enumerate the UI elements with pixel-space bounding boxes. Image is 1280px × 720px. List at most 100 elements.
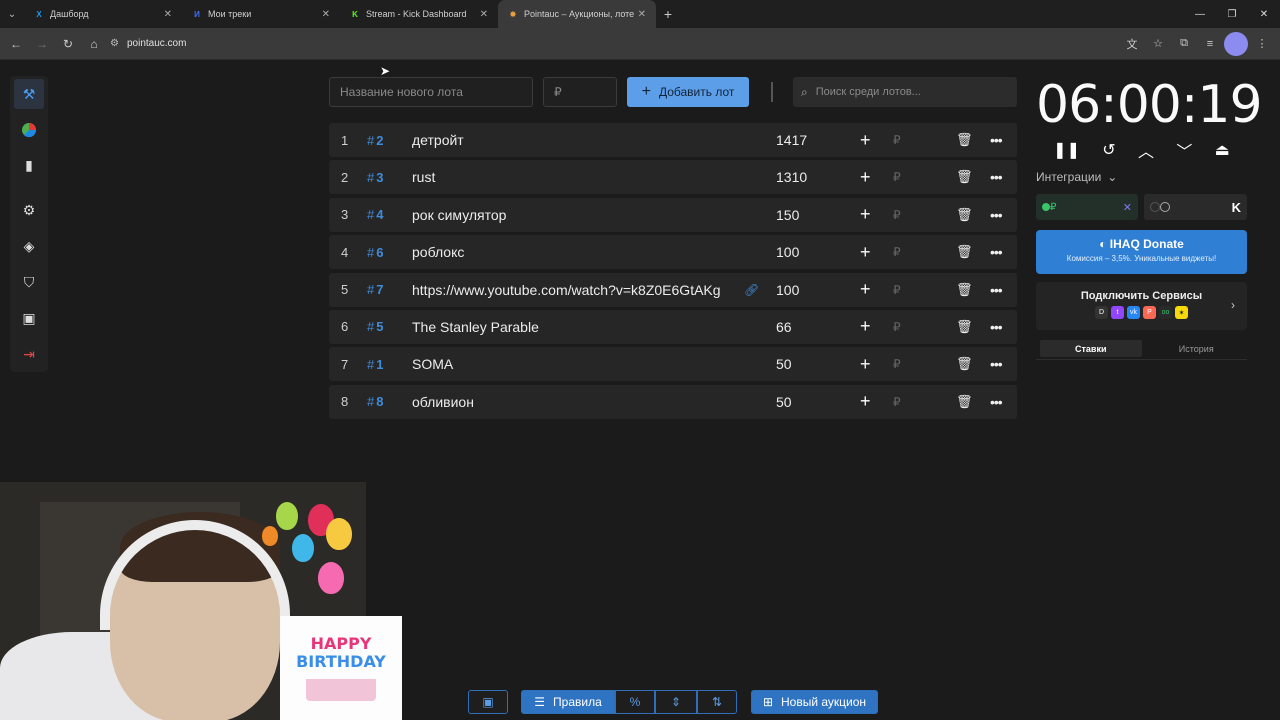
- statistics-icon[interactable]: ▮: [14, 150, 44, 180]
- home-icon[interactable]: ⌂: [82, 32, 106, 56]
- add-bid-icon[interactable]: +: [860, 354, 871, 375]
- sort-icon[interactable]: ⇅: [697, 690, 737, 714]
- browser-tab[interactable]: И Мои треки ✕: [182, 0, 340, 28]
- trash-icon[interactable]: 🗑︎: [956, 356, 973, 372]
- new-tab-button[interactable]: +: [656, 6, 680, 22]
- more-icon[interactable]: •••: [990, 319, 1003, 335]
- lot-search-input[interactable]: ⌕ Поиск среди лотов...: [793, 77, 1017, 107]
- new-lot-amount-input[interactable]: ₽: [543, 77, 617, 107]
- lot-bid-input[interactable]: ₽: [893, 170, 901, 184]
- forward-icon[interactable]: →: [30, 32, 54, 56]
- add-lot-label: Добавить лот: [658, 85, 735, 99]
- reload-icon[interactable]: ↻: [56, 32, 80, 56]
- tab-close-icon[interactable]: ✕: [322, 9, 330, 20]
- add-bid-icon[interactable]: +: [860, 316, 871, 337]
- trash-icon[interactable]: 🗑︎: [956, 394, 973, 410]
- trash-icon[interactable]: 🗑︎: [956, 282, 973, 298]
- tab-bids[interactable]: Ставки: [1040, 340, 1142, 357]
- tab-history[interactable]: История: [1146, 338, 1248, 359]
- lot-name[interactable]: rust: [412, 169, 727, 185]
- new-lot-name-input[interactable]: Название нового лота: [329, 77, 533, 107]
- lot-bid-input[interactable]: ₽: [893, 283, 901, 297]
- url-field[interactable]: ⚙ pointauc.com: [110, 33, 1120, 55]
- trash-icon[interactable]: 🗑︎: [956, 319, 973, 335]
- tab-close-icon[interactable]: ✕: [480, 9, 488, 20]
- percent-icon[interactable]: %: [615, 690, 655, 714]
- chevron-up-icon[interactable]: ︿: [1138, 138, 1154, 162]
- more-icon[interactable]: •••: [990, 394, 1003, 410]
- browser-tab[interactable]: K Stream - Kick Dashboard ✕: [340, 0, 498, 28]
- maximize-icon[interactable]: ❐: [1216, 0, 1248, 28]
- settings-gear-icon[interactable]: ⚙: [14, 195, 44, 225]
- ihaq-donate-banner[interactable]: ◐ IHAQ Donate Комиссия – 3,5%. Уникальны…: [1036, 230, 1247, 274]
- lot-name[interactable]: The Stanley Parable: [412, 319, 727, 335]
- add-bid-icon[interactable]: +: [860, 204, 871, 225]
- save-icon[interactable]: ▣: [468, 690, 508, 714]
- lot-amount: 1417: [776, 132, 808, 148]
- auction-hammer-icon[interactable]: ⚒: [14, 79, 44, 109]
- more-icon[interactable]: •••: [990, 207, 1003, 223]
- add-bid-icon[interactable]: +: [860, 242, 871, 263]
- lot-bid-input[interactable]: ₽: [893, 357, 901, 371]
- translate-icon[interactable]: 文: [1120, 32, 1144, 56]
- add-bid-icon[interactable]: +: [860, 167, 871, 188]
- more-icon[interactable]: •••: [990, 282, 1003, 298]
- more-icon[interactable]: •••: [990, 244, 1003, 260]
- service-donate-toggle[interactable]: ₽ ✕: [1036, 194, 1138, 220]
- video-icon[interactable]: ▣: [14, 303, 44, 333]
- trash-icon[interactable]: 🗑︎: [956, 132, 973, 148]
- lot-name[interactable]: https://www.youtube.com/watch?v=k8Z0E6Gt…: [412, 282, 727, 298]
- pause-icon[interactable]: ❚❚: [1053, 140, 1080, 160]
- reset-icon[interactable]: ↺: [1102, 140, 1115, 160]
- browser-tab[interactable]: X Дашборд ✕: [24, 0, 182, 28]
- split-icon[interactable]: ⇕: [655, 690, 697, 714]
- trash-icon[interactable]: 🗑︎: [956, 207, 973, 223]
- lot-name[interactable]: роблокс: [412, 244, 727, 260]
- extensions-icon[interactable]: ⧉: [1172, 32, 1196, 56]
- lot-name[interactable]: обливион: [412, 394, 727, 410]
- more-icon[interactable]: •••: [990, 169, 1003, 185]
- back-icon[interactable]: ←: [4, 32, 28, 56]
- twitch-icon: t: [1111, 306, 1124, 319]
- add-lot-button[interactable]: + Добавить лот: [627, 77, 749, 107]
- browser-menu-icon[interactable]: ⋮: [1250, 32, 1274, 56]
- rules-button[interactable]: ☰ Правила: [521, 690, 615, 714]
- double-up-icon[interactable]: ⏏: [1215, 140, 1230, 160]
- chevron-down-icon[interactable]: ﹀: [1176, 138, 1192, 162]
- more-icon[interactable]: •••: [990, 132, 1003, 148]
- lot-name[interactable]: рок симулятор: [412, 207, 727, 223]
- lot-bid-input[interactable]: ₽: [893, 208, 901, 222]
- lot-position: 3: [341, 207, 349, 223]
- lot-bid-input[interactable]: ₽: [893, 320, 901, 334]
- link-icon[interactable]: 🔗︎: [744, 283, 759, 297]
- lot-bid-input[interactable]: ₽: [893, 245, 901, 259]
- connect-services-button[interactable]: Подключить Сервисы D t vk P oo ✶ ›: [1036, 282, 1247, 330]
- layers-icon[interactable]: ◈: [14, 231, 44, 261]
- profile-avatar[interactable]: [1224, 31, 1248, 56]
- more-icon[interactable]: •••: [990, 356, 1003, 372]
- site-info-icon[interactable]: ⚙: [110, 38, 119, 49]
- shield-icon[interactable]: ⛉: [14, 267, 44, 297]
- add-bid-icon[interactable]: +: [860, 279, 871, 300]
- tab-close-icon[interactable]: ✕: [164, 9, 172, 20]
- integrations-toggle[interactable]: Интеграции ⌄: [1036, 170, 1247, 184]
- wheel-icon[interactable]: [14, 115, 44, 145]
- tab-search-icon[interactable]: ⌄: [0, 0, 24, 28]
- minimize-icon[interactable]: —: [1184, 0, 1216, 28]
- lot-bid-input[interactable]: ₽: [893, 133, 901, 147]
- lot-name[interactable]: детройт: [412, 132, 727, 148]
- trash-icon[interactable]: 🗑︎: [956, 169, 973, 185]
- tab-close-icon[interactable]: ✕: [638, 9, 646, 20]
- add-bid-icon[interactable]: +: [860, 130, 871, 151]
- media-icon[interactable]: ≡: [1198, 32, 1222, 56]
- lot-name[interactable]: SOMA: [412, 356, 727, 372]
- add-bid-icon[interactable]: +: [860, 391, 871, 412]
- service-kick-toggle[interactable]: K: [1144, 194, 1247, 220]
- trash-icon[interactable]: 🗑︎: [956, 244, 973, 260]
- new-auction-button[interactable]: ⊞ Новый аукцион: [751, 690, 878, 714]
- close-window-icon[interactable]: ✕: [1248, 0, 1280, 28]
- bookmark-star-icon[interactable]: ☆: [1146, 32, 1170, 56]
- browser-tab[interactable]: ✸ Pointauc – Аукционы, лотерея ✕: [498, 0, 656, 28]
- lot-bid-input[interactable]: ₽: [893, 395, 901, 409]
- logout-icon[interactable]: ⇥: [14, 339, 44, 369]
